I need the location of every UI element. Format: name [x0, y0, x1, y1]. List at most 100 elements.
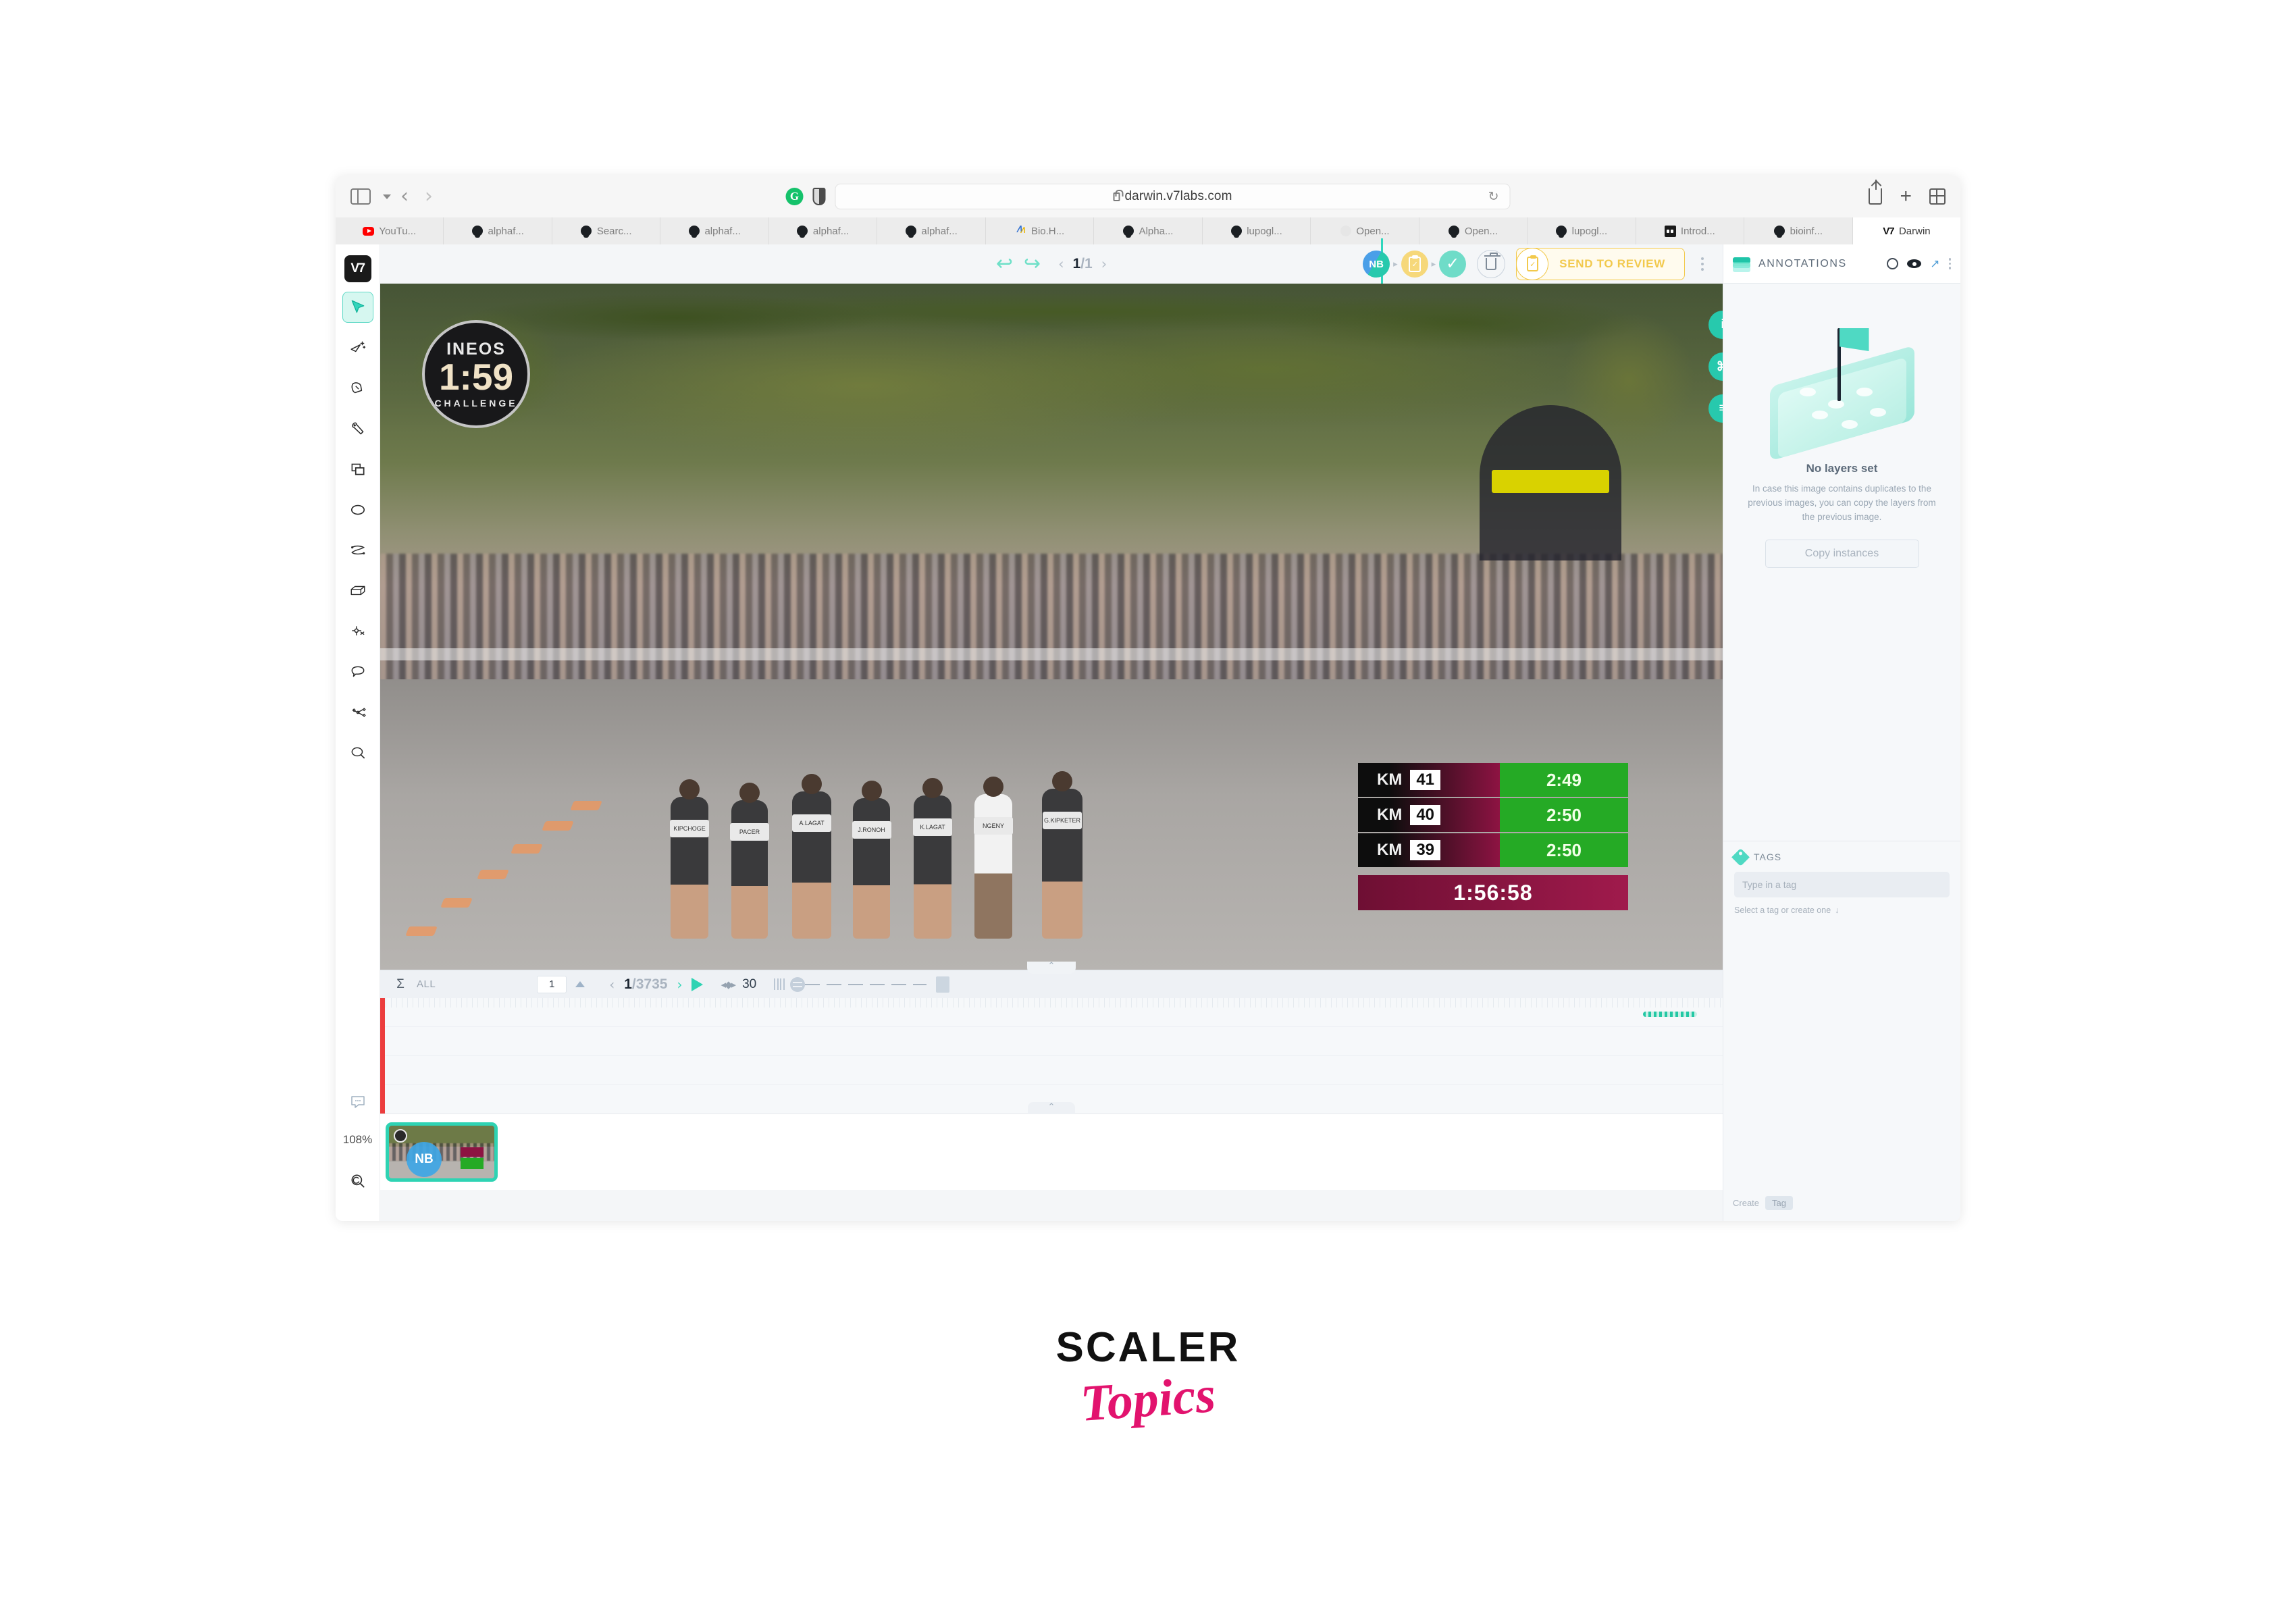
- create-tag-chip[interactable]: Tag: [1765, 1196, 1793, 1210]
- slider-track[interactable]: [805, 984, 927, 985]
- youtube-icon: [363, 226, 374, 237]
- auto-annotate-tool[interactable]: [342, 332, 373, 363]
- timeline-track[interactable]: ⌃: [380, 998, 1723, 1114]
- browser-tab[interactable]: alphaf...: [660, 217, 768, 244]
- timeline-toolbar: Σ ALL 1 ‹ 1/3735 › ◂◆▸ 30: [380, 970, 1723, 998]
- slider-knob[interactable]: [790, 977, 805, 992]
- tag-input[interactable]: Type in a tag: [1734, 872, 1950, 897]
- v7-logo[interactable]: V7: [344, 255, 371, 282]
- keypoint-tool[interactable]: [342, 616, 373, 647]
- new-tab-icon[interactable]: +: [1900, 186, 1912, 207]
- runner: NGENY: [974, 794, 1012, 939]
- url-text: darwin.v7labs.com: [1124, 189, 1232, 204]
- reload-icon[interactable]: ↻: [1488, 189, 1499, 205]
- sum-icon[interactable]: Σ: [390, 977, 411, 992]
- timeline-playhead[interactable]: [380, 998, 385, 1114]
- tab-label: Alpha...: [1139, 226, 1174, 237]
- browser-tab[interactable]: Open...: [1311, 217, 1419, 244]
- more-options-button[interactable]: [1696, 255, 1709, 273]
- runner: J.RONOH: [853, 798, 890, 939]
- tab-label: lupogl...: [1572, 226, 1608, 237]
- undo-button[interactable]: ↩: [996, 254, 1013, 274]
- skeleton-tool[interactable]: [342, 697, 373, 728]
- avatar[interactable]: NB: [1363, 251, 1390, 278]
- next-image-button[interactable]: ›: [1101, 256, 1107, 272]
- canvas-area[interactable]: i ⌘ ≡: [380, 284, 1723, 1221]
- comments-panel-button[interactable]: [342, 1086, 373, 1117]
- shortcuts-button[interactable]: ⌘: [1708, 352, 1723, 381]
- tab-label: Darwin: [1899, 226, 1931, 237]
- browser-tab[interactable]: lupogl...: [1528, 217, 1636, 244]
- zoom-reset-button[interactable]: [342, 1166, 373, 1197]
- info-button[interactable]: i: [1708, 311, 1723, 339]
- browser-tab[interactable]: alphaf...: [769, 217, 877, 244]
- skeleton-icon: [349, 704, 367, 721]
- zoom-tool[interactable]: [342, 737, 373, 768]
- shield-icon[interactable]: [813, 188, 826, 205]
- check-icon: ✓: [1446, 256, 1459, 272]
- brush-tool[interactable]: [342, 413, 373, 444]
- stage-review[interactable]: [1401, 251, 1428, 278]
- caret-up-icon[interactable]: [575, 981, 585, 987]
- stage-complete[interactable]: ✓: [1439, 251, 1466, 278]
- filter-all-label[interactable]: ALL: [417, 978, 436, 990]
- clicker-tool[interactable]: [342, 373, 373, 404]
- redo-button[interactable]: ↪: [1024, 254, 1041, 274]
- play-button[interactable]: [692, 978, 703, 991]
- browser-tab[interactable]: alphaf...: [877, 217, 985, 244]
- browser-tab[interactable]: Alpha...: [1094, 217, 1202, 244]
- timeline-end-handle[interactable]: [936, 976, 949, 993]
- stage-separator-icon: ▸: [1393, 259, 1398, 269]
- sidebar-toggle-icon[interactable]: [350, 188, 371, 205]
- select-tool[interactable]: [342, 292, 373, 323]
- timeline-collapse-handle[interactable]: ⌃: [1028, 1102, 1075, 1114]
- comment-bubble-icon: [350, 1093, 366, 1109]
- cuboid-tool[interactable]: [342, 575, 373, 606]
- circle-icon[interactable]: [1887, 258, 1898, 269]
- copy-instances-button[interactable]: Copy instances: [1765, 540, 1919, 568]
- share-icon[interactable]: [1869, 188, 1882, 205]
- empty-state-title: No layers set: [1806, 462, 1878, 475]
- grammarly-icon[interactable]: G: [786, 188, 804, 205]
- scoreboard-row: KM40 2:50: [1358, 798, 1628, 832]
- prev-image-button[interactable]: ‹: [1058, 256, 1064, 272]
- browser-tab[interactable]: Searc...: [552, 217, 660, 244]
- browser-tab[interactable]: Bio.H...: [986, 217, 1094, 244]
- ellipse-tool[interactable]: [342, 494, 373, 525]
- panel-more-button[interactable]: [1949, 258, 1952, 269]
- prev-frame-button[interactable]: ‹: [609, 976, 615, 993]
- timeline-segment[interactable]: [1643, 1012, 1697, 1017]
- browser-tab-active[interactable]: V7Darwin: [1853, 217, 1960, 244]
- frame-input[interactable]: 1: [537, 976, 567, 993]
- next-frame-button[interactable]: ›: [677, 976, 682, 993]
- tab-label: bioinf...: [1790, 226, 1823, 237]
- km-label: KM: [1377, 806, 1402, 825]
- settings-button[interactable]: ≡: [1708, 394, 1723, 423]
- back-button[interactable]: ‹: [394, 186, 415, 207]
- browser-tab[interactable]: bioinf...: [1744, 217, 1852, 244]
- address-bar[interactable]: darwin.v7labs.com ↻: [835, 184, 1511, 209]
- delete-button[interactable]: [1477, 250, 1505, 278]
- browser-tab[interactable]: Open...: [1419, 217, 1528, 244]
- comment-tool[interactable]: [342, 656, 373, 687]
- eye-icon[interactable]: [1907, 259, 1921, 268]
- browser-tab[interactable]: YouTu...: [336, 217, 444, 244]
- km-label: KM: [1377, 841, 1402, 860]
- filmstrip-thumbnail[interactable]: NB: [386, 1122, 498, 1182]
- expand-icon[interactable]: ↗: [1930, 257, 1939, 271]
- chevron-down-icon[interactable]: [383, 194, 391, 199]
- polyline-tool[interactable]: [342, 535, 373, 566]
- lock-icon: [1113, 192, 1120, 201]
- tab-overview-icon[interactable]: [1929, 188, 1946, 205]
- browser-tab[interactable]: lupogl...: [1203, 217, 1311, 244]
- timeline-zoom-slider[interactable]: [774, 977, 927, 992]
- forward-button[interactable]: ›: [418, 186, 440, 207]
- video-frame[interactable]: KIPCHOGE PACER A.LAGAT J.RONOH K.LAGAT N…: [380, 284, 1723, 970]
- fps-value[interactable]: 30: [742, 977, 756, 992]
- send-to-review-button[interactable]: SEND TO REVIEW: [1516, 248, 1685, 280]
- bounding-box-tool[interactable]: [342, 454, 373, 485]
- no-layers-empty-state: No layers set In case this image contain…: [1723, 284, 1960, 841]
- browser-tab[interactable]: Introd...: [1636, 217, 1744, 244]
- browser-tab[interactable]: alphaf...: [444, 217, 552, 244]
- canvas-collapse-handle[interactable]: ⌃: [1027, 962, 1076, 974]
